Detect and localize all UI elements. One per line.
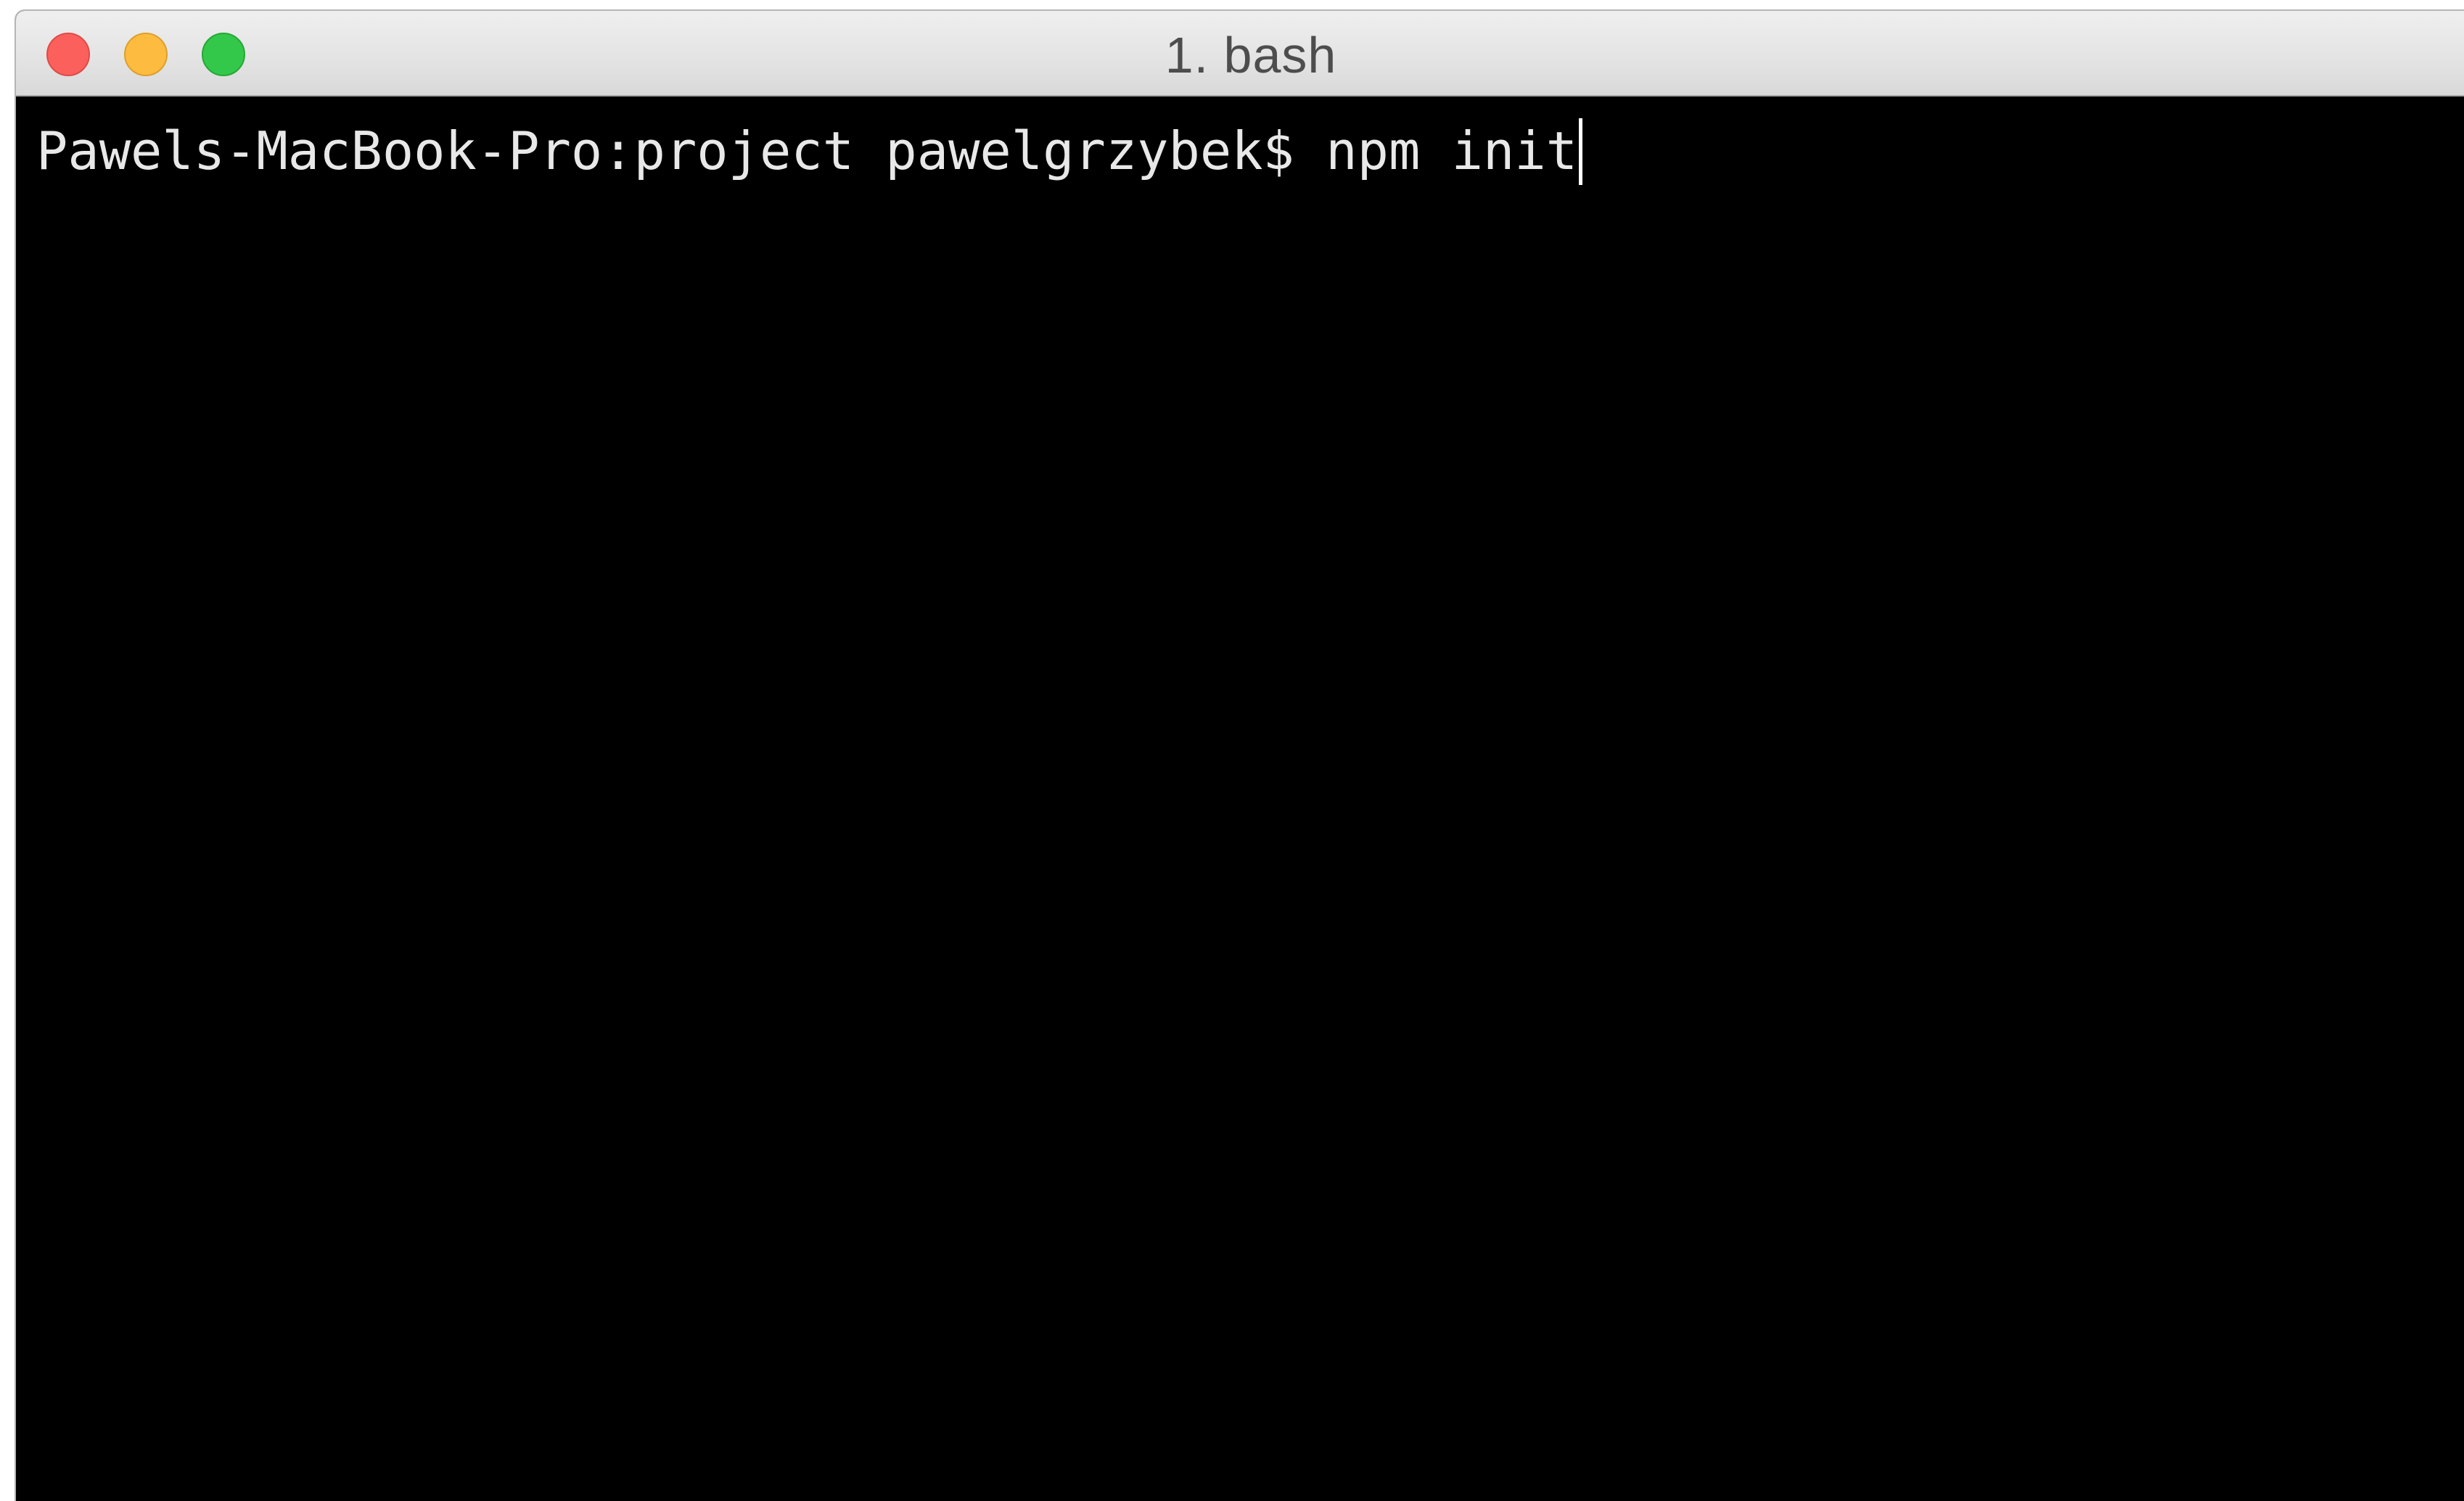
typed-command[interactable]: npm init — [1326, 120, 1577, 181]
window-title: 1. bash — [1165, 27, 1337, 83]
terminal-area[interactable]: Pawels-MacBook-Pro:project pawelgrzybek$… — [16, 96, 2464, 1501]
title-bar[interactable]: 1. bash — [16, 11, 2464, 96]
text-cursor — [1579, 118, 1583, 185]
shell-prompt: Pawels-MacBook-Pro:project pawelgrzybek$ — [36, 120, 1326, 181]
terminal-window: 1. bash Pawels-MacBook-Pro:project pawel… — [15, 9, 2464, 1501]
command-line[interactable]: Pawels-MacBook-Pro:project pawelgrzybek$… — [36, 118, 1583, 185]
